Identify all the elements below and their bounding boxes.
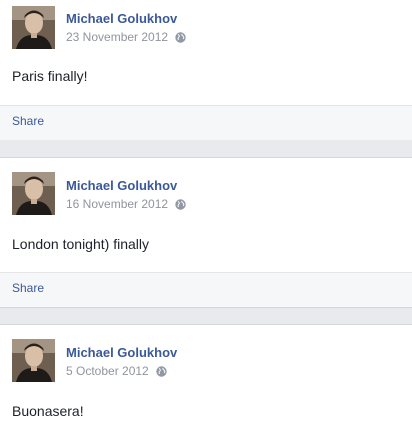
feed-post: Michael Golukhov 16 November 2012 London… [0, 157, 412, 308]
feed-post: Michael Golukhov 23 November 2012 Paris … [0, 0, 412, 140]
globe-icon [156, 365, 167, 377]
post-date[interactable]: 16 November 2012 [66, 197, 168, 211]
post-message: Paris finally! [12, 68, 88, 84]
avatar[interactable] [12, 172, 55, 215]
post-date[interactable]: 23 November 2012 [66, 30, 168, 44]
post-message: Buonasera! [12, 403, 84, 419]
post-message: London tonight) finally [12, 236, 149, 252]
share-link[interactable]: Share [12, 281, 44, 295]
post-meta: 5 October 2012 [66, 364, 167, 378]
news-feed: Michael Golukhov 23 November 2012 Paris … [0, 0, 412, 434]
feed-post: Michael Golukhov 5 October 2012 Buonaser… [0, 324, 412, 434]
author-name[interactable]: Michael Golukhov [66, 178, 177, 193]
avatar[interactable] [12, 6, 55, 49]
avatar[interactable] [12, 339, 55, 382]
post-meta: 16 November 2012 [66, 197, 186, 211]
post-date[interactable]: 5 October 2012 [66, 364, 149, 378]
post-actions: Share [0, 272, 412, 307]
post-actions: Share [0, 105, 412, 140]
share-link[interactable]: Share [12, 114, 44, 128]
post-meta: 23 November 2012 [66, 30, 186, 44]
globe-icon [175, 198, 186, 210]
globe-icon [175, 31, 186, 43]
author-name[interactable]: Michael Golukhov [66, 11, 177, 26]
author-name[interactable]: Michael Golukhov [66, 345, 177, 360]
